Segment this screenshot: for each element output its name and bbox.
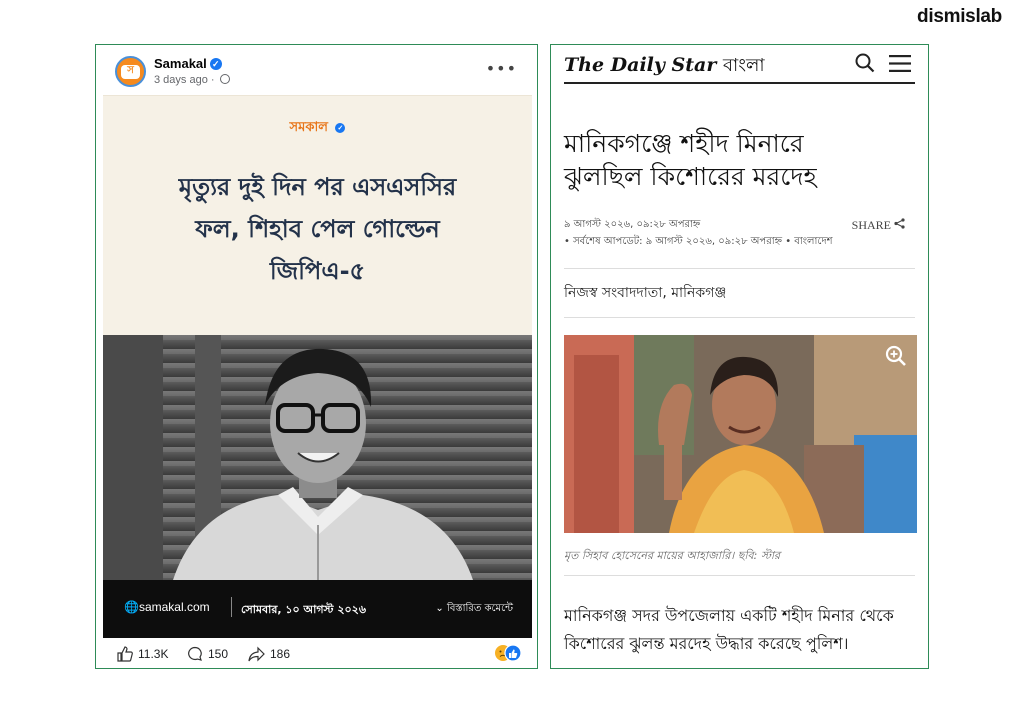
share-count: 186 [270,647,291,661]
comment-button[interactable]: 150 [187,646,228,662]
card-date: সোমবার, ১০ আগস্ট ২০২৬ [241,603,366,616]
logo-bangla: বাংলা [722,55,765,76]
photo-caption: মৃত সিহাব হোসেনের মায়ের আহাজারি। ছবি: স… [564,549,781,562]
caption-divider [564,575,915,576]
page-name[interactable]: Samakal ✓ [154,56,222,71]
thumbs-up-icon [117,646,133,662]
more-options-icon[interactable]: ••• [486,59,517,78]
daily-star-logo[interactable]: The Daily Star বাংলা [564,51,765,82]
share-link[interactable]: SHARE [852,218,905,233]
article-title: মানিকগঞ্জে শহীদ মিনারে ঝুলছিল কিশোরের মর… [564,127,915,193]
byline-divider [564,317,915,318]
logo-english: The Daily Star [564,54,717,76]
byline: নিজস্ব সংবাদদাতা, মানিকগঞ্জ [564,285,727,301]
student-portrait-photo [103,335,532,580]
reactions-icon[interactable] [494,644,522,662]
card-footer: 🌐samakal.com সোমবার, ১০ আগস্ট ২০২৬ ⌄ বিস… [103,580,532,638]
chevron-down-icon: ⌄ [435,603,444,614]
updated-time: • সর্বশেষ আপডেট: ৯ আগস্ট ২০২৬, ০৯:২৮ অপর… [564,236,833,247]
details-label: বিস্তারিত কমেন্টে [446,603,513,614]
article-body: মানিকগঞ্জ সদর উপজেলায় একটি শহীদ মিনার থ… [564,602,918,658]
body-line: মানিকগঞ্জ সদর উপজেলায় একটি শহীদ মিনার থ… [564,606,894,625]
post-time-label[interactable]: 3 days ago [154,74,208,86]
page-name-label[interactable]: Samakal [154,56,207,71]
verified-badge-icon: ✓ [209,58,222,70]
samakal-avatar-icon: স [121,64,140,79]
portrait-illustration [103,335,532,580]
facebook-post-screenshot: স Samakal ✓ 3 days ago · ••• সমকাল ✓ মৃত্… [95,44,538,669]
body-line: কিশোরের ঝুলন্ত মরদেহ উদ্ধার করেছে পুলিশ। [564,634,849,653]
page-avatar[interactable]: স [115,56,146,87]
meta-divider [564,268,915,269]
search-icon[interactable] [855,53,875,73]
headline-line: মৃত্যুর দুই দিন পর এসএসসির [178,173,457,201]
card-headline-area: সমকাল ✓ মৃত্যুর দুই দিন পর এসএসসির ফল, শ… [103,95,532,336]
footer-divider [231,597,232,617]
like-button[interactable]: 11.3K [117,646,168,662]
dismislab-logo: dismislab [917,6,1002,27]
samakal-logo: সমকাল ✓ [103,118,532,139]
hamburger-menu-icon[interactable] [889,55,911,72]
comment-count: 150 [208,647,229,661]
site-label: samakal.com [138,600,210,614]
daily-star-article-screenshot: The Daily Star বাংলা মানিকগঞ্জে শহীদ মিন… [550,44,929,669]
card-logo-text: সমকাল [289,120,328,135]
zoom-in-icon[interactable] [885,345,907,367]
grieving-mother-photo [564,335,917,533]
card-headline: মৃত্যুর দুই দিন পর এসএসসির ফল, শিহাব পেল… [113,166,522,292]
comment-icon [188,646,202,661]
headline-line: জিপিএ-৫ [269,257,366,285]
share-icon [894,218,905,229]
post-header: স Samakal ✓ 3 days ago · ••• [96,45,537,95]
post-time[interactable]: 3 days ago · [154,74,230,86]
card-verified-icon: ✓ [335,123,346,133]
post-action-bar: 11.3K 150 186 [96,638,537,670]
details-in-comment: ⌄ বিস্তারিত কমেন্টে [435,601,513,618]
title-line: মানিকগঞ্জে শহীদ মিনারে [564,129,804,158]
post-image-card[interactable]: সমকাল ✓ মৃত্যুর দুই দিন পর এসএসসির ফল, শ… [103,95,532,638]
share-button[interactable]: 186 [248,646,290,662]
share-label: SHARE [851,218,891,232]
like-count: 11.3K [138,647,169,661]
globe-link-icon: 🌐 [124,600,139,614]
share-arrow-icon [248,646,265,662]
site-link: 🌐samakal.com [124,600,210,614]
headline-line: ফল, শিহাব পেল গোল্ডেন [195,215,440,243]
header-rule [564,82,915,84]
article-photo[interactable] [564,335,917,533]
globe-icon [219,74,230,84]
title-line: ঝুলছিল কিশোরের মরদেহ [564,162,817,191]
published-time: ৯ আগস্ট ২০২৬, ০৯:২৮ অপরাহ্ন [564,219,701,230]
